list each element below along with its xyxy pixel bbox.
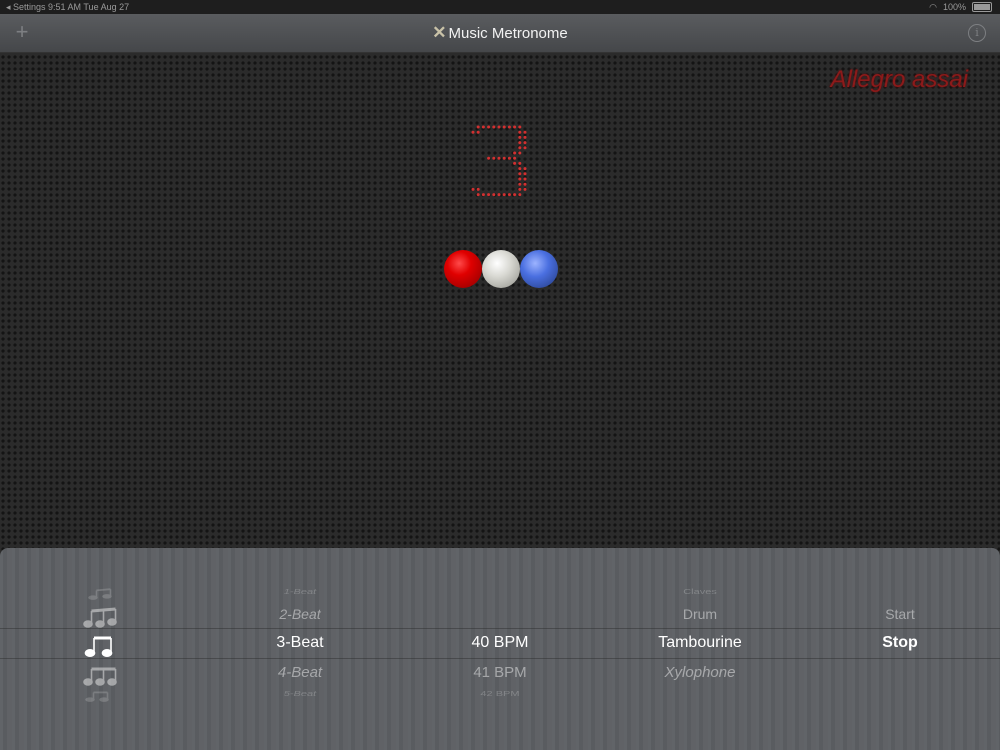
- beats-wheel[interactable]: 1-Beat 2-Beat 3-Beat 4-Beat 5-Beat: [240, 548, 360, 750]
- eighth-notes-icon: [60, 664, 140, 686]
- battery-percent: 100%: [942, 2, 966, 12]
- app-logo-icon: ✕: [432, 23, 447, 42]
- nav-bar: + ✕ Music Metronome i: [0, 14, 1000, 53]
- beats-option[interactable]: 1-Beat: [240, 588, 360, 596]
- settings-picker[interactable]: 1-Beat 2-Beat 3-Beat 4-Beat 5-Beat 40 BP…: [0, 548, 1000, 750]
- beats-option[interactable]: 5-Beat: [240, 690, 360, 698]
- tempo-name: Allegro assai: [830, 66, 968, 93]
- stop-option-selected[interactable]: Stop: [840, 634, 960, 652]
- app-title: ✕ Music Metronome: [0, 14, 1000, 52]
- sound-option[interactable]: Drum: [620, 606, 780, 622]
- beat-ball-red: [444, 250, 482, 288]
- beat-indicator-balls: [444, 250, 558, 288]
- sound-option[interactable]: Xylophone: [620, 664, 780, 681]
- start-stop-wheel[interactable]: Start Stop: [840, 548, 960, 750]
- wifi-icon: ◠: [929, 2, 937, 12]
- eighth-notes-icon: [60, 690, 140, 702]
- bpm-option[interactable]: 42 BPM: [440, 690, 560, 698]
- beats-option[interactable]: 2-Beat: [240, 606, 360, 622]
- beat-ball-blue: [520, 250, 558, 288]
- start-option[interactable]: Start: [840, 606, 960, 622]
- status-right: ◠ 100%: [929, 0, 992, 14]
- status-bar: ◂ Settings 9:51 AM Tue Aug 27 ◠ 100%: [0, 0, 1000, 14]
- battery-icon: [972, 2, 992, 12]
- beats-option[interactable]: 4-Beat: [240, 664, 360, 681]
- app-title-text: Music Metronome: [448, 25, 568, 42]
- meter-icon-wheel[interactable]: [60, 548, 140, 750]
- beat-counter-digit: [471, 125, 527, 197]
- bpm-option-selected[interactable]: 40 BPM: [440, 634, 560, 652]
- beats-option-selected[interactable]: 3-Beat: [240, 634, 360, 652]
- beat-ball-white: [482, 250, 520, 288]
- sound-option[interactable]: Claves: [620, 588, 780, 596]
- bpm-wheel[interactable]: 40 BPM 41 BPM 42 BPM: [440, 548, 560, 750]
- eighth-notes-icon: [60, 588, 140, 600]
- info-icon[interactable]: i: [968, 24, 986, 42]
- sound-option-selected[interactable]: Tambourine: [620, 634, 780, 652]
- eighth-notes-icon: [60, 634, 140, 658]
- bpm-option[interactable]: 41 BPM: [440, 664, 560, 681]
- sound-wheel[interactable]: Claves Drum Tambourine Xylophone: [620, 548, 780, 750]
- eighth-notes-icon: [60, 606, 140, 628]
- status-left: ◂ Settings 9:51 AM Tue Aug 27: [6, 2, 130, 12]
